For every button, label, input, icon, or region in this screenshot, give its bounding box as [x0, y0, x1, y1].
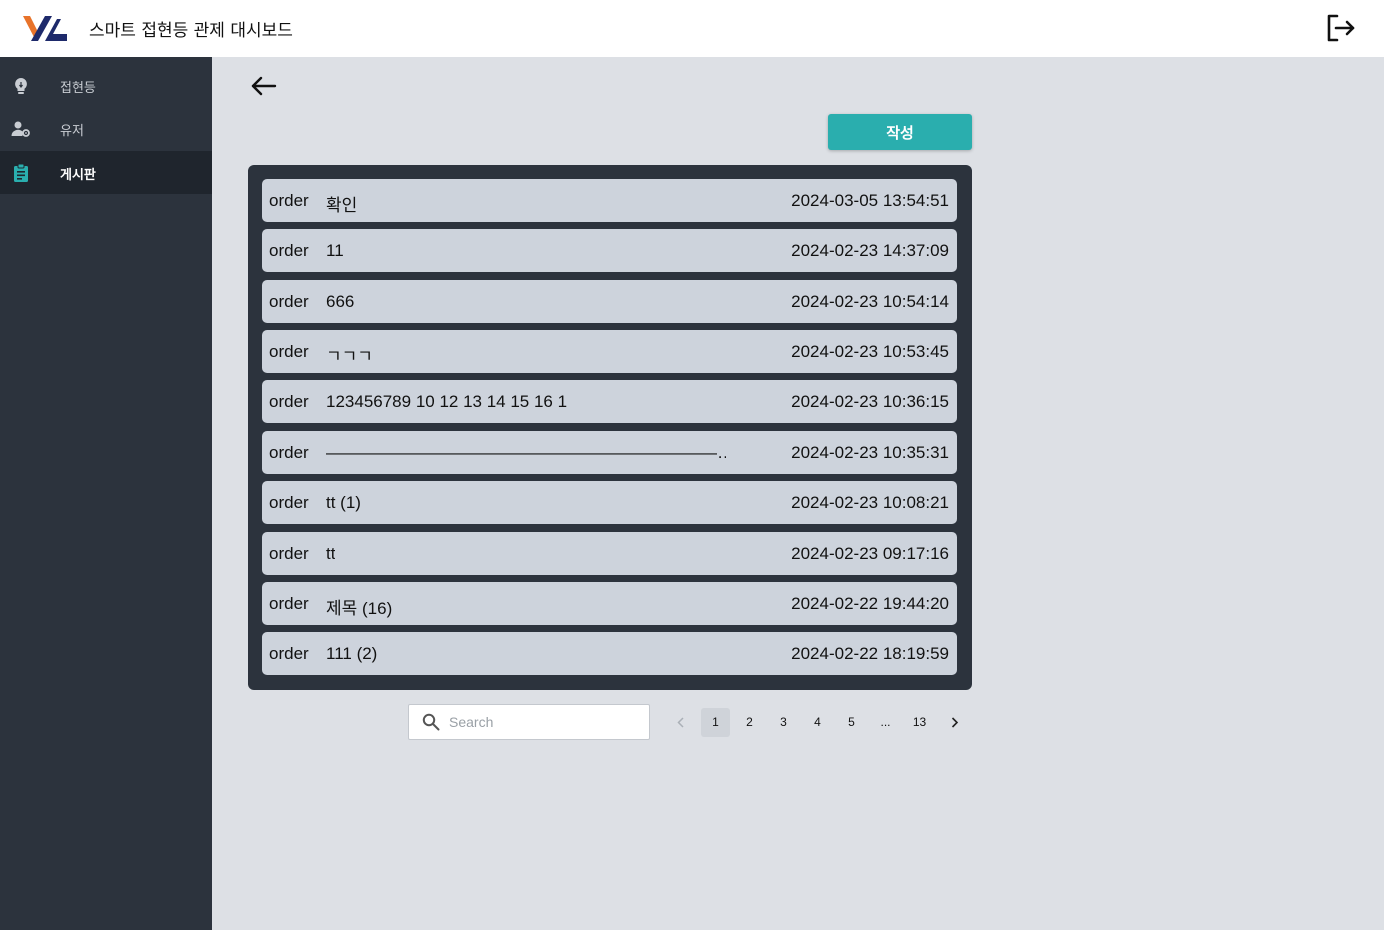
- page-button-1[interactable]: 1: [701, 708, 730, 737]
- list-item[interactable]: order 111 (2) 2024-02-22 18:19:59: [262, 632, 957, 675]
- sidebar: 접현등 유저 게시판: [0, 57, 212, 930]
- sidebar-item-label: 게시판: [60, 168, 96, 183]
- post-title: 확인: [326, 196, 358, 215]
- post-date: 2024-02-23 10:35:31: [791, 443, 949, 462]
- post-date: 2024-02-22 19:44:20: [791, 594, 949, 613]
- post-title: ———————————————————————…: [326, 443, 726, 462]
- post-category: order: [269, 493, 309, 512]
- chevron-right-icon: [951, 717, 959, 728]
- sidebar-item-lamps[interactable]: 접현등: [0, 64, 212, 107]
- logout-icon[interactable]: [1325, 13, 1356, 43]
- post-category: order: [269, 292, 309, 311]
- post-category: order: [269, 392, 309, 411]
- list-item[interactable]: order 123456789 10 12 13 14 15 16 1 2024…: [262, 380, 957, 423]
- page-button-3[interactable]: 3: [769, 708, 798, 737]
- sidebar-item-label: 유저: [60, 124, 84, 139]
- post-title: tt (1): [326, 493, 361, 512]
- write-button[interactable]: 작성: [828, 114, 972, 150]
- top-header: 스마트 접현등 관제 대시보드: [0, 0, 1384, 57]
- post-category: order: [269, 544, 309, 563]
- prev-page-button[interactable]: [666, 708, 695, 737]
- post-title: ㄱㄱㄱ: [326, 347, 373, 366]
- post-category: order: [269, 644, 309, 663]
- sidebar-item-label: 접현등: [60, 81, 96, 96]
- search-input[interactable]: [449, 711, 644, 733]
- user-gear-icon: [11, 121, 30, 137]
- post-date: 2024-02-23 10:53:45: [791, 342, 949, 361]
- post-title: 11: [326, 241, 344, 260]
- list-item[interactable]: order 제목 (16) 2024-02-22 19:44:20: [262, 582, 957, 625]
- search-icon: [422, 713, 440, 731]
- post-date: 2024-02-23 10:08:21: [791, 493, 949, 512]
- sidebar-item-board[interactable]: 게시판: [0, 151, 212, 194]
- post-category: order: [269, 241, 309, 260]
- post-date: 2024-02-23 09:17:16: [791, 544, 949, 563]
- page-button-4[interactable]: 4: [803, 708, 832, 737]
- vl-logo-icon: [23, 16, 67, 41]
- list-item[interactable]: order 666 2024-02-23 10:54:14: [262, 280, 957, 323]
- post-title: 123456789 10 12 13 14 15 16 1: [326, 392, 568, 411]
- app-title: 스마트 접현등 관제 대시보드: [89, 21, 293, 41]
- list-item[interactable]: order tt 2024-02-23 09:17:16: [262, 532, 957, 575]
- sidebar-item-users[interactable]: 유저: [0, 107, 212, 150]
- post-title: 666: [326, 292, 355, 311]
- clipboard-icon: [14, 163, 28, 182]
- page-ellipsis[interactable]: ...: [871, 708, 900, 737]
- list-item[interactable]: order 11 2024-02-23 14:37:09: [262, 229, 957, 272]
- post-list: order 확인 2024-03-05 13:54:51 order 11 20…: [248, 165, 972, 690]
- post-date: 2024-03-05 13:54:51: [791, 191, 949, 210]
- post-title: tt: [326, 544, 336, 563]
- chevron-left-icon: [677, 717, 684, 728]
- post-title: 111 (2): [326, 644, 378, 663]
- post-date: 2024-02-23 10:54:14: [791, 292, 949, 311]
- arrow-left-icon[interactable]: [249, 73, 279, 99]
- post-category: order: [269, 342, 309, 361]
- list-item[interactable]: order tt (1) 2024-02-23 10:08:21: [262, 481, 957, 524]
- list-item[interactable]: order ㄱㄱㄱ 2024-02-23 10:53:45: [262, 330, 957, 373]
- post-date: 2024-02-23 14:37:09: [791, 241, 949, 260]
- post-category: order: [269, 594, 309, 613]
- list-item[interactable]: order 확인 2024-03-05 13:54:51: [262, 179, 957, 222]
- post-date: 2024-02-23 10:36:15: [791, 392, 949, 411]
- list-item[interactable]: order ———————————————————————… 2024-02-2…: [262, 431, 957, 474]
- post-title: 제목 (16): [326, 599, 393, 618]
- next-page-button[interactable]: [940, 708, 969, 737]
- page-button-2[interactable]: 2: [735, 708, 764, 737]
- page-button-13[interactable]: 13: [905, 708, 934, 737]
- post-category: order: [269, 443, 309, 462]
- post-date: 2024-02-22 18:19:59: [791, 644, 949, 663]
- post-category: order: [269, 191, 309, 210]
- lightbulb-icon: [15, 78, 27, 94]
- search-box: [408, 704, 650, 740]
- page-button-5[interactable]: 5: [837, 708, 866, 737]
